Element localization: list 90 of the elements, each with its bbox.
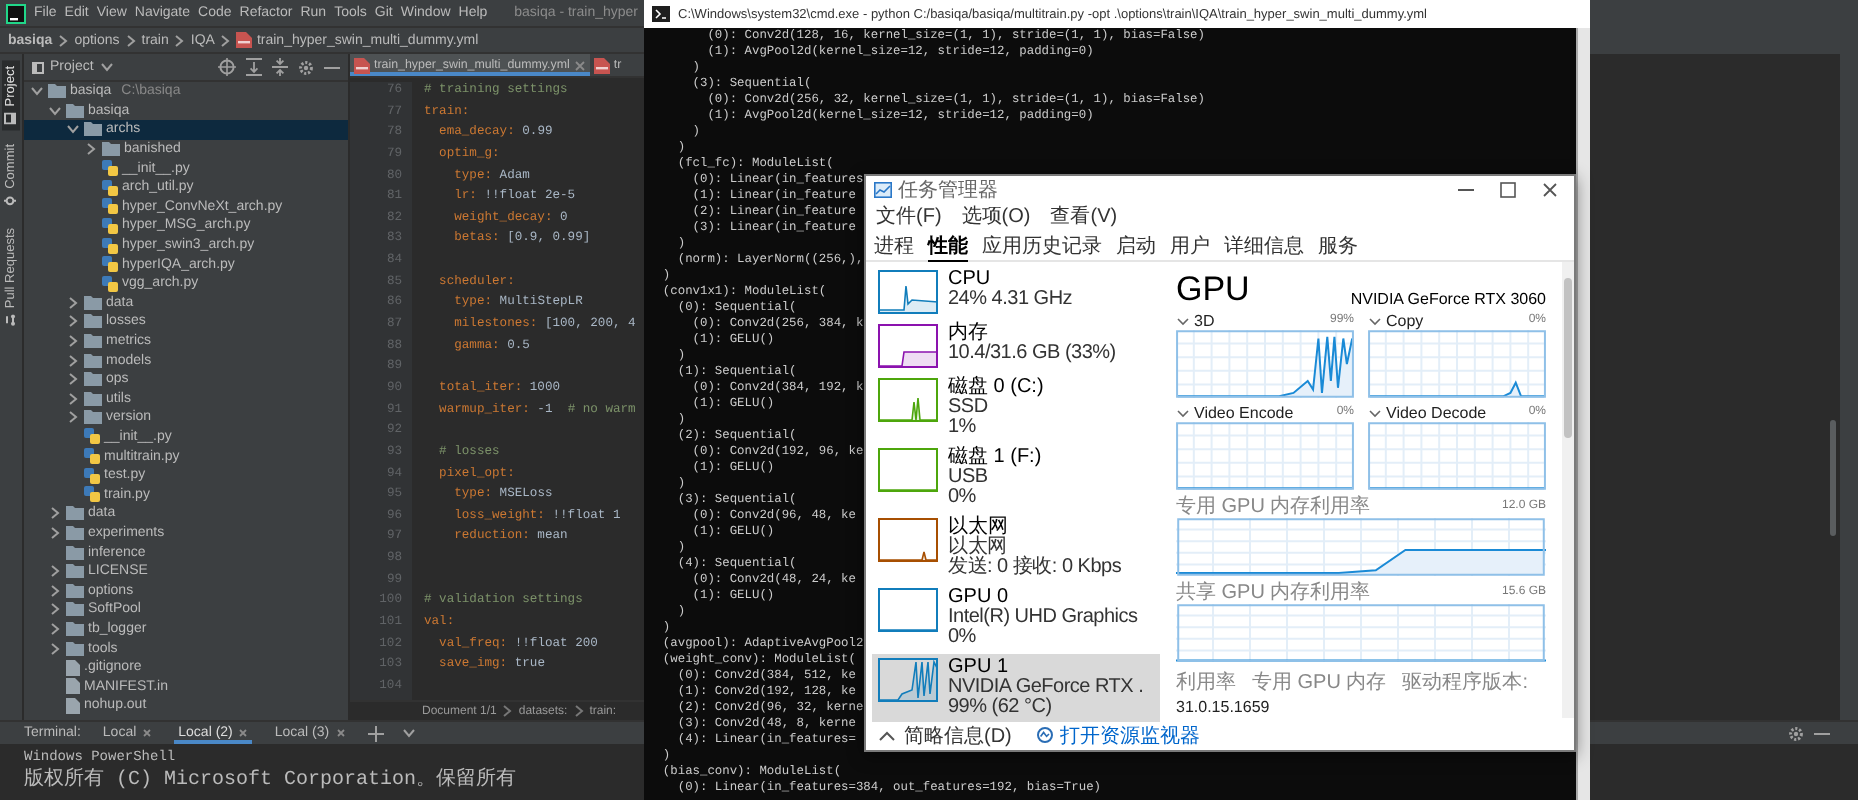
console-line: 版权所有 (C) Microsoft Corporation。保留所有 (24, 768, 519, 794)
resource-reading: 10.4/31.6 GB (33%) (948, 344, 1116, 364)
pull-request-icon (5, 313, 17, 326)
stat-label: 专用 GPU 内存 (1252, 669, 1387, 696)
chevron-down-icon[interactable] (1368, 315, 1382, 325)
graph-label: 共享 GPU 内存利用率 (1176, 579, 1371, 606)
resource-item[interactable]: 以太网 以太网 发送: 0 接收: 0 Kbps (872, 514, 1160, 582)
resource-reading: Intel(R) UHD Graphics (948, 608, 1138, 628)
settings-icon[interactable] (298, 59, 314, 75)
device-name: NVIDIA GeForce RTX 3060 (1350, 290, 1546, 308)
tab[interactable]: 详细信息 (1224, 229, 1304, 261)
close-icon[interactable] (1542, 181, 1558, 197)
resource-reading: 0% (948, 488, 978, 508)
console-icon (652, 6, 670, 22)
tab[interactable]: 性能 (928, 229, 968, 261)
chevron-right-icon (174, 33, 185, 47)
resource-item[interactable]: CPU 24% 4.31 GHz (872, 266, 1160, 318)
tab[interactable]: 启动 (1116, 229, 1156, 261)
close-icon[interactable] (142, 728, 153, 738)
graph-label: Video Decode (1386, 403, 1487, 421)
chevron-right-icon (502, 704, 513, 718)
settings-icon[interactable] (1788, 725, 1804, 741)
resource-reading: 1% (948, 418, 978, 438)
resource-item[interactable]: 内存 10.4/31.6 GB (33%) (872, 320, 1160, 372)
maximize-icon[interactable] (1500, 181, 1516, 197)
chevron-right-icon (573, 704, 584, 718)
monitor-icon (1035, 726, 1054, 744)
chevron-down-icon[interactable] (1176, 407, 1190, 417)
resource-reading: 以太网 (948, 538, 1009, 558)
resource-item[interactable]: GPU 1 NVIDIA GeForce RTX . 99% (62 °C) (872, 654, 1160, 722)
resource-reading: 24% 4.31 GHz (948, 290, 1073, 310)
graph-label: Video Encode (1194, 403, 1294, 421)
tab[interactable]: 进程 (874, 229, 914, 261)
resource-name: 磁盘 0 (C:) (948, 378, 1044, 398)
app-icon (874, 181, 892, 197)
resource-item[interactable]: 磁盘 1 (F:) USB 0% (872, 444, 1160, 512)
chevron-right-icon (58, 33, 69, 47)
menu-item[interactable]: 选项(O) (961, 202, 1031, 230)
stat-value: 31.0.15.1659 (1176, 698, 1270, 716)
resource-name: 以太网 (948, 518, 1010, 538)
resource-name: GPU 0 (948, 588, 1011, 608)
graph-label: 专用 GPU 内存利用率 (1176, 493, 1371, 520)
yaml-file-icon (236, 32, 253, 48)
resource-name: 磁盘 1 (F:) (948, 448, 1042, 468)
resource-reading: 发送: 0 接收: 0 Kbps (948, 558, 1122, 578)
close-icon[interactable] (238, 728, 249, 738)
yaml-file-icon (593, 57, 610, 73)
stat-label: 驱动程序版本: (1402, 669, 1529, 696)
add-icon[interactable] (367, 725, 384, 741)
chevron-down-icon (401, 728, 416, 738)
resource-name: CPU (948, 270, 993, 290)
tab[interactable]: 应用历史记录 (982, 229, 1102, 261)
chevron-down-icon (99, 62, 114, 72)
tab[interactable]: 服务 (1318, 229, 1358, 261)
chevron-down-icon[interactable] (1368, 407, 1382, 417)
resource-reading: USB (948, 468, 990, 488)
scrollbar[interactable] (1576, 28, 1590, 800)
yaml-file-icon (354, 57, 370, 73)
resource-reading: 0% (948, 628, 976, 648)
fewer-details-button[interactable]: 简略信息(D) (878, 721, 1012, 749)
commit-icon (5, 195, 17, 208)
graph-label: 3D (1194, 311, 1215, 329)
expand-all-icon[interactable] (246, 58, 262, 76)
menu-item[interactable]: 查看(V) (1050, 202, 1118, 230)
resource-monitor-link[interactable]: 打开资源监视器 (1035, 721, 1200, 749)
panel-title: GPU (1176, 272, 1250, 308)
project-icon (5, 112, 17, 125)
resource-reading: SSD (948, 398, 990, 418)
chevron-right-icon (220, 33, 231, 47)
resource-reading: 99% (62 °C) (948, 698, 1054, 718)
menu-item[interactable]: 文件(F) (876, 202, 942, 230)
project-icon (32, 61, 44, 73)
close-icon[interactable] (335, 728, 346, 738)
resource-item[interactable]: GPU 0 Intel(R) UHD Graphics 0% (872, 584, 1160, 652)
chevron-up-icon (878, 729, 896, 741)
graph-label: Copy (1386, 311, 1424, 329)
resource-name: GPU 1 (948, 658, 1011, 678)
stat-label: 利用率 (1176, 669, 1236, 696)
collapse-all-icon[interactable] (272, 58, 288, 76)
scrollbar-thumb[interactable] (1564, 278, 1572, 438)
resource-name: 内存 (948, 324, 988, 344)
window-title: 任务管理器 (898, 177, 998, 203)
resource-item[interactable]: 磁盘 0 (C:) SSD 1% (872, 374, 1160, 442)
scrollbar-thumb[interactable] (1830, 420, 1836, 536)
locate-icon[interactable] (218, 58, 236, 76)
resource-reading: NVIDIA GeForce RTX . (948, 678, 1144, 698)
chevron-right-icon (125, 33, 136, 47)
app-icon (6, 3, 26, 23)
chevron-down-icon[interactable] (1176, 315, 1190, 325)
tab[interactable]: 用户 (1170, 229, 1210, 261)
